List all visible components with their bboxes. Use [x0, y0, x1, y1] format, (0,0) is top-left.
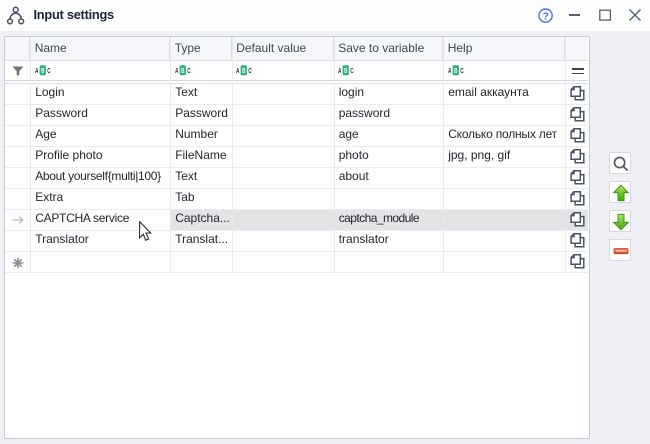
svg-text:B: B	[454, 68, 457, 75]
svg-text:A: A	[236, 68, 240, 75]
svg-text:A: A	[338, 68, 342, 75]
svg-text:C: C	[187, 68, 191, 75]
svg-text:A: A	[175, 68, 179, 75]
svg-text:C: C	[248, 68, 252, 75]
svg-text:C: C	[350, 68, 354, 75]
svg-text:B: B	[181, 68, 184, 75]
svg-text:B: B	[344, 68, 347, 75]
svg-text:B: B	[41, 68, 44, 75]
svg-text:A: A	[448, 68, 452, 75]
svg-text:A: A	[35, 68, 39, 75]
svg-text:C: C	[460, 68, 464, 75]
svg-text:B: B	[242, 68, 245, 75]
svg-text:C: C	[47, 68, 51, 75]
svg-text:?: ?	[542, 11, 548, 22]
